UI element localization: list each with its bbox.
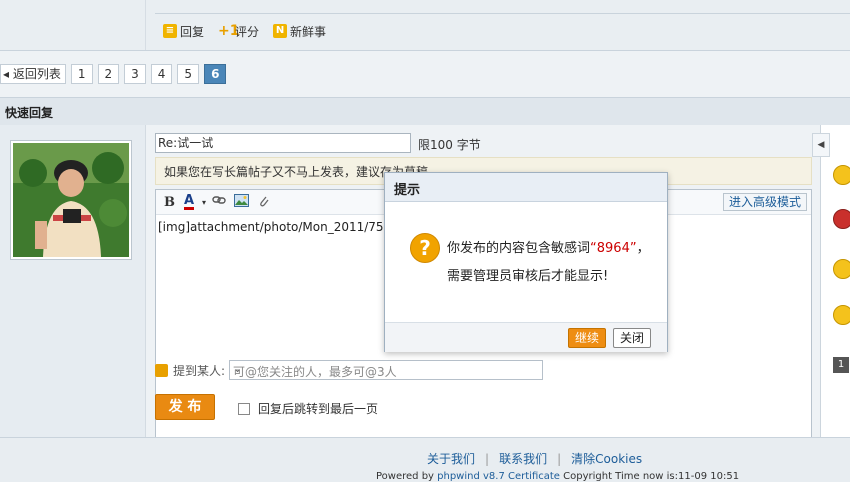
- emoticon-page-number[interactable]: 1: [833, 357, 849, 373]
- link-icon[interactable]: [212, 194, 226, 210]
- publish-button[interactable]: 发 布: [155, 394, 215, 420]
- pager-row: ◂ 返回列表 1 2 3 4 5 6: [0, 50, 850, 97]
- about-us-link[interactable]: 关于我们: [427, 452, 475, 466]
- bold-button[interactable]: B: [164, 195, 175, 210]
- advanced-mode-button[interactable]: 进入高级模式: [722, 193, 807, 211]
- mention-input[interactable]: 可@您关注的人，最多可@3人 ⌄: [229, 360, 544, 380]
- post-divider: [155, 13, 850, 14]
- quick-reply-header: 快速回复: [0, 97, 850, 126]
- attachment-icon[interactable]: [258, 194, 270, 212]
- footer-separator: |: [485, 452, 490, 466]
- emoticon-panel: ◀ 1: [812, 125, 850, 437]
- jump-to-last-page-option[interactable]: 回复后跳转到最后一页: [238, 400, 378, 417]
- phpwind-link[interactable]: phpwind v8.7 Certificate: [437, 471, 560, 482]
- powered-prefix: Powered by: [376, 471, 438, 482]
- page-4-button[interactable]: 4: [150, 64, 173, 84]
- clear-cookies-link[interactable]: 清除Cookies: [571, 452, 642, 466]
- back-to-list-button[interactable]: ◂ 返回列表: [0, 64, 66, 84]
- back-to-list-label: 返回列表: [12, 67, 61, 81]
- font-color-dropdown-icon[interactable]: ▾: [202, 198, 206, 207]
- reply-label: 回复: [180, 24, 205, 39]
- emoticon-angry-icon[interactable]: [833, 209, 850, 229]
- user-column: [0, 125, 146, 437]
- dialog-header: 提示: [385, 173, 667, 202]
- collapse-panel-icon[interactable]: ◀: [812, 133, 830, 157]
- chevron-down-icon[interactable]: ⌄: [233, 362, 538, 375]
- font-color-button[interactable]: A: [184, 194, 195, 210]
- footer-links: 关于我们 | 联系我们 | 清除Cookies: [427, 450, 642, 467]
- page-2-button[interactable]: 2: [97, 64, 120, 84]
- pager: ◂ 返回列表 1 2 3 4 5 6: [0, 64, 231, 84]
- contact-us-link[interactable]: 联系我们: [499, 452, 547, 466]
- avatar-photo: [13, 143, 129, 257]
- continue-button[interactable]: 继续: [568, 328, 607, 348]
- footer-separator: |: [557, 452, 562, 466]
- news-label: 新鲜事: [290, 24, 327, 39]
- dialog-message-suffix: ，: [636, 241, 650, 256]
- quick-reply-title: 快速回复: [5, 106, 54, 120]
- powered-by: Powered by phpwind v8.7 Certificate Copy…: [376, 471, 739, 482]
- close-button[interactable]: 关闭: [613, 328, 652, 348]
- mention-label: 提到某人:: [173, 363, 226, 378]
- emoticon-wink-icon[interactable]: [833, 305, 850, 325]
- news-button[interactable]: N 新鲜事: [273, 23, 326, 40]
- dialog-title: 提示: [394, 183, 421, 198]
- page-3-button[interactable]: 3: [124, 64, 146, 84]
- rate-icon: +1: [218, 23, 240, 39]
- page-6-button[interactable]: 6: [204, 64, 227, 84]
- reply-button[interactable]: ≡ 回复: [163, 23, 204, 40]
- dialog-footer: 继续 关闭: [385, 322, 667, 352]
- subject-input[interactable]: Re:试一试: [155, 133, 411, 153]
- dialog-message: 你发布的内容包含敏感词“8964”，: [447, 237, 650, 256]
- page-5-button[interactable]: 5: [177, 64, 200, 84]
- editor-content: [img]attachment/photo/Mon_2011/7549_6165: [158, 220, 388, 234]
- rate-button[interactable]: +1 评分: [218, 23, 259, 40]
- post-footer-area: ≡ 回复 +1 评分 N 新鲜事: [0, 0, 850, 50]
- avatar: [10, 140, 132, 260]
- reply-icon: ≡: [163, 24, 177, 38]
- dialog-message-prefix: 你发布的内容包含敏感词: [447, 241, 591, 256]
- emoticon-laugh-icon[interactable]: [833, 259, 850, 279]
- mention-icon: [155, 363, 168, 377]
- question-icon: ?: [410, 233, 440, 263]
- post-actions: ≡ 回复 +1 评分 N 新鲜事: [163, 22, 340, 40]
- mention-row: 提到某人: 可@您关注的人，最多可@3人 ⌄: [155, 360, 544, 380]
- dialog-message-line2: 需要管理员审核后才能显示!: [447, 269, 609, 284]
- jump-to-last-page-checkbox[interactable]: [238, 402, 250, 415]
- emoticon-smile-icon[interactable]: [833, 165, 850, 185]
- insert-image-icon[interactable]: [234, 194, 249, 211]
- subject-limit-text: 限100 字节: [418, 138, 481, 152]
- powered-suffix: Copyright Time now is:11-09 10:51: [559, 471, 740, 482]
- jump-to-last-page-label: 回复后跳转到最后一页: [258, 402, 379, 416]
- footer: 关于我们 | 联系我们 | 清除Cookies Powered by phpwind v…: [0, 437, 850, 482]
- news-icon: N: [273, 24, 288, 38]
- sensitive-word-dialog: 提示 ? 你发布的内容包含敏感词“8964”， 需要管理员审核后才能显示! 继续…: [384, 172, 668, 352]
- page-1-button[interactable]: 1: [70, 64, 93, 84]
- column-divider: [145, 0, 146, 50]
- sensitive-keyword: “8964”: [590, 241, 637, 256]
- rate-label: 评分: [235, 24, 260, 39]
